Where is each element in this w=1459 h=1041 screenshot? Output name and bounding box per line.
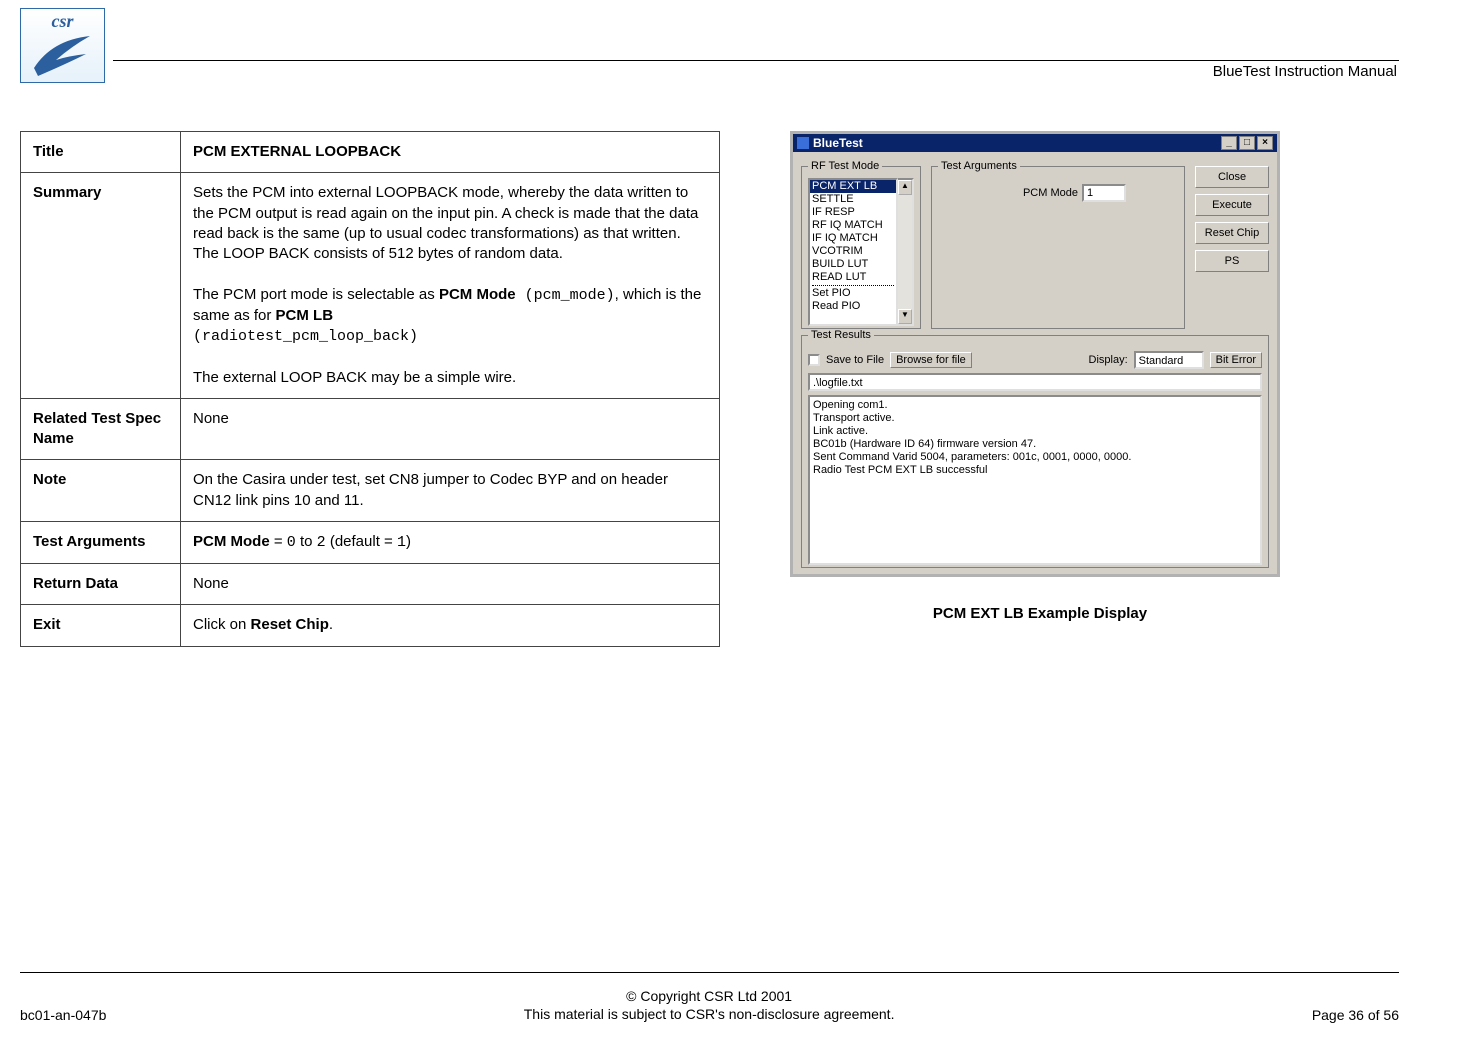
log-line: Link active. (813, 425, 1257, 438)
results-log[interactable]: Opening com1.Transport active.Link activ… (808, 395, 1262, 565)
rf-list-item[interactable]: READ LUT (810, 271, 896, 284)
close-button[interactable]: Close (1195, 166, 1269, 188)
row-note: Note On the Casira under test, set CN8 j… (21, 460, 720, 522)
rf-test-listbox[interactable]: PCM EXT LBSETTLEIF RESPRF IQ MATCHIF IQ … (808, 178, 898, 326)
value-return: None (181, 564, 720, 605)
maximize-button[interactable]: □ (1239, 136, 1255, 150)
header-rule (113, 60, 1399, 61)
label-return: Return Data (21, 564, 181, 605)
rf-legend: RF Test Mode (808, 160, 882, 172)
value-testargs: PCM Mode = 0 to 2 (default = 1) (181, 521, 720, 563)
rf-list-item[interactable]: IF IQ MATCH (810, 232, 896, 245)
value-summary: Sets the PCM into external LOOPBACK mode… (181, 173, 720, 399)
display-label: Display: (1089, 354, 1128, 366)
value-related: None (181, 398, 720, 460)
close-window-button[interactable]: × (1257, 136, 1273, 150)
footer-copyright: © Copyright CSR Ltd 2001 (626, 988, 792, 1004)
rf-list-item[interactable]: Read PIO (810, 300, 896, 313)
scroll-up-icon[interactable]: ▲ (898, 180, 912, 195)
label-related: Related Test Spec Name (21, 398, 181, 460)
ps-button[interactable]: PS (1195, 250, 1269, 272)
page-footer: bc01-an-047b © Copyright CSR Ltd 2001 Th… (20, 972, 1399, 1023)
logo-text: csr (52, 11, 74, 32)
figure-caption: PCM EXT LB Example Display (790, 605, 1290, 622)
label-summary: Summary (21, 173, 181, 399)
bluetest-window: BlueTest _ □ × RF Test Mode PCM EXT LBSE… (790, 131, 1280, 577)
test-arguments-group: Test Arguments PCM Mode (931, 160, 1185, 329)
reset-chip-button[interactable]: Reset Chip (1195, 222, 1269, 244)
row-summary: Summary Sets the PCM into external LOOPB… (21, 173, 720, 399)
test-results-group: Test Results Save to File Browse for fil… (801, 329, 1269, 568)
row-testargs: Test Arguments PCM Mode = 0 to 2 (defaul… (21, 521, 720, 563)
browse-file-button[interactable]: Browse for file (890, 352, 972, 368)
bit-error-button[interactable]: Bit Error (1210, 352, 1262, 368)
csr-logo: csr (20, 8, 105, 83)
value-note: On the Casira under test, set CN8 jumper… (181, 460, 720, 522)
label-exit: Exit (21, 605, 181, 646)
execute-button[interactable]: Execute (1195, 194, 1269, 216)
log-line: Radio Test PCM EXT LB successful (813, 464, 1257, 477)
args-legend: Test Arguments (938, 160, 1020, 172)
log-line: Transport active. (813, 412, 1257, 425)
rf-list-item[interactable]: SETTLE (810, 193, 896, 206)
logfile-path-input[interactable]: .\logfile.txt (808, 373, 1262, 391)
listbox-scrollbar[interactable]: ▲ ▼ (898, 178, 914, 326)
save-to-file-checkbox[interactable] (808, 354, 820, 366)
rf-list-item[interactable]: RF IQ MATCH (810, 219, 896, 232)
display-mode-select[interactable]: Standard (1134, 351, 1204, 369)
pcm-mode-input[interactable] (1082, 184, 1126, 202)
logo-swoosh-icon (32, 32, 94, 78)
label-testargs: Test Arguments (21, 521, 181, 563)
doc-title: BlueTest Instruction Manual (113, 63, 1399, 80)
log-line: Sent Command Varid 5004, parameters: 001… (813, 451, 1257, 464)
pcm-mode-label: PCM Mode (938, 187, 1078, 199)
label-note: Note (21, 460, 181, 522)
rf-list-item[interactable]: VCOTRIM (810, 245, 896, 258)
row-title: Title PCM EXTERNAL LOOPBACK (21, 132, 720, 173)
save-to-file-label: Save to File (826, 354, 884, 366)
rf-list-item[interactable]: IF RESP (810, 206, 896, 219)
results-legend: Test Results (808, 329, 874, 341)
spec-table: Title PCM EXTERNAL LOOPBACK Summary Sets… (20, 131, 720, 647)
rf-list-item[interactable]: BUILD LUT (810, 258, 896, 271)
row-return: Return Data None (21, 564, 720, 605)
value-title: PCM EXTERNAL LOOPBACK (181, 132, 720, 173)
rf-list-item[interactable]: Set PIO (810, 287, 896, 300)
footer-page-number: Page 36 of 56 (1312, 1007, 1399, 1023)
app-icon (797, 137, 809, 149)
footer-left: bc01-an-047b (20, 1007, 106, 1023)
minimize-button[interactable]: _ (1221, 136, 1237, 150)
titlebar[interactable]: BlueTest _ □ × (793, 134, 1277, 152)
value-exit: Click on Reset Chip. (181, 605, 720, 646)
footer-nda: This material is subject to CSR's non-di… (524, 1006, 895, 1022)
rf-test-mode-group: RF Test Mode PCM EXT LBSETTLEIF RESPRF I… (801, 160, 921, 329)
scroll-down-icon[interactable]: ▼ (898, 309, 912, 324)
rf-list-item[interactable]: PCM EXT LB (810, 180, 896, 193)
row-exit: Exit Click on Reset Chip. (21, 605, 720, 646)
row-related: Related Test Spec Name None (21, 398, 720, 460)
window-title: BlueTest (813, 136, 863, 150)
log-line: BC01b (Hardware ID 64) firmware version … (813, 438, 1257, 451)
log-line: Opening com1. (813, 399, 1257, 412)
label-title: Title (21, 132, 181, 173)
